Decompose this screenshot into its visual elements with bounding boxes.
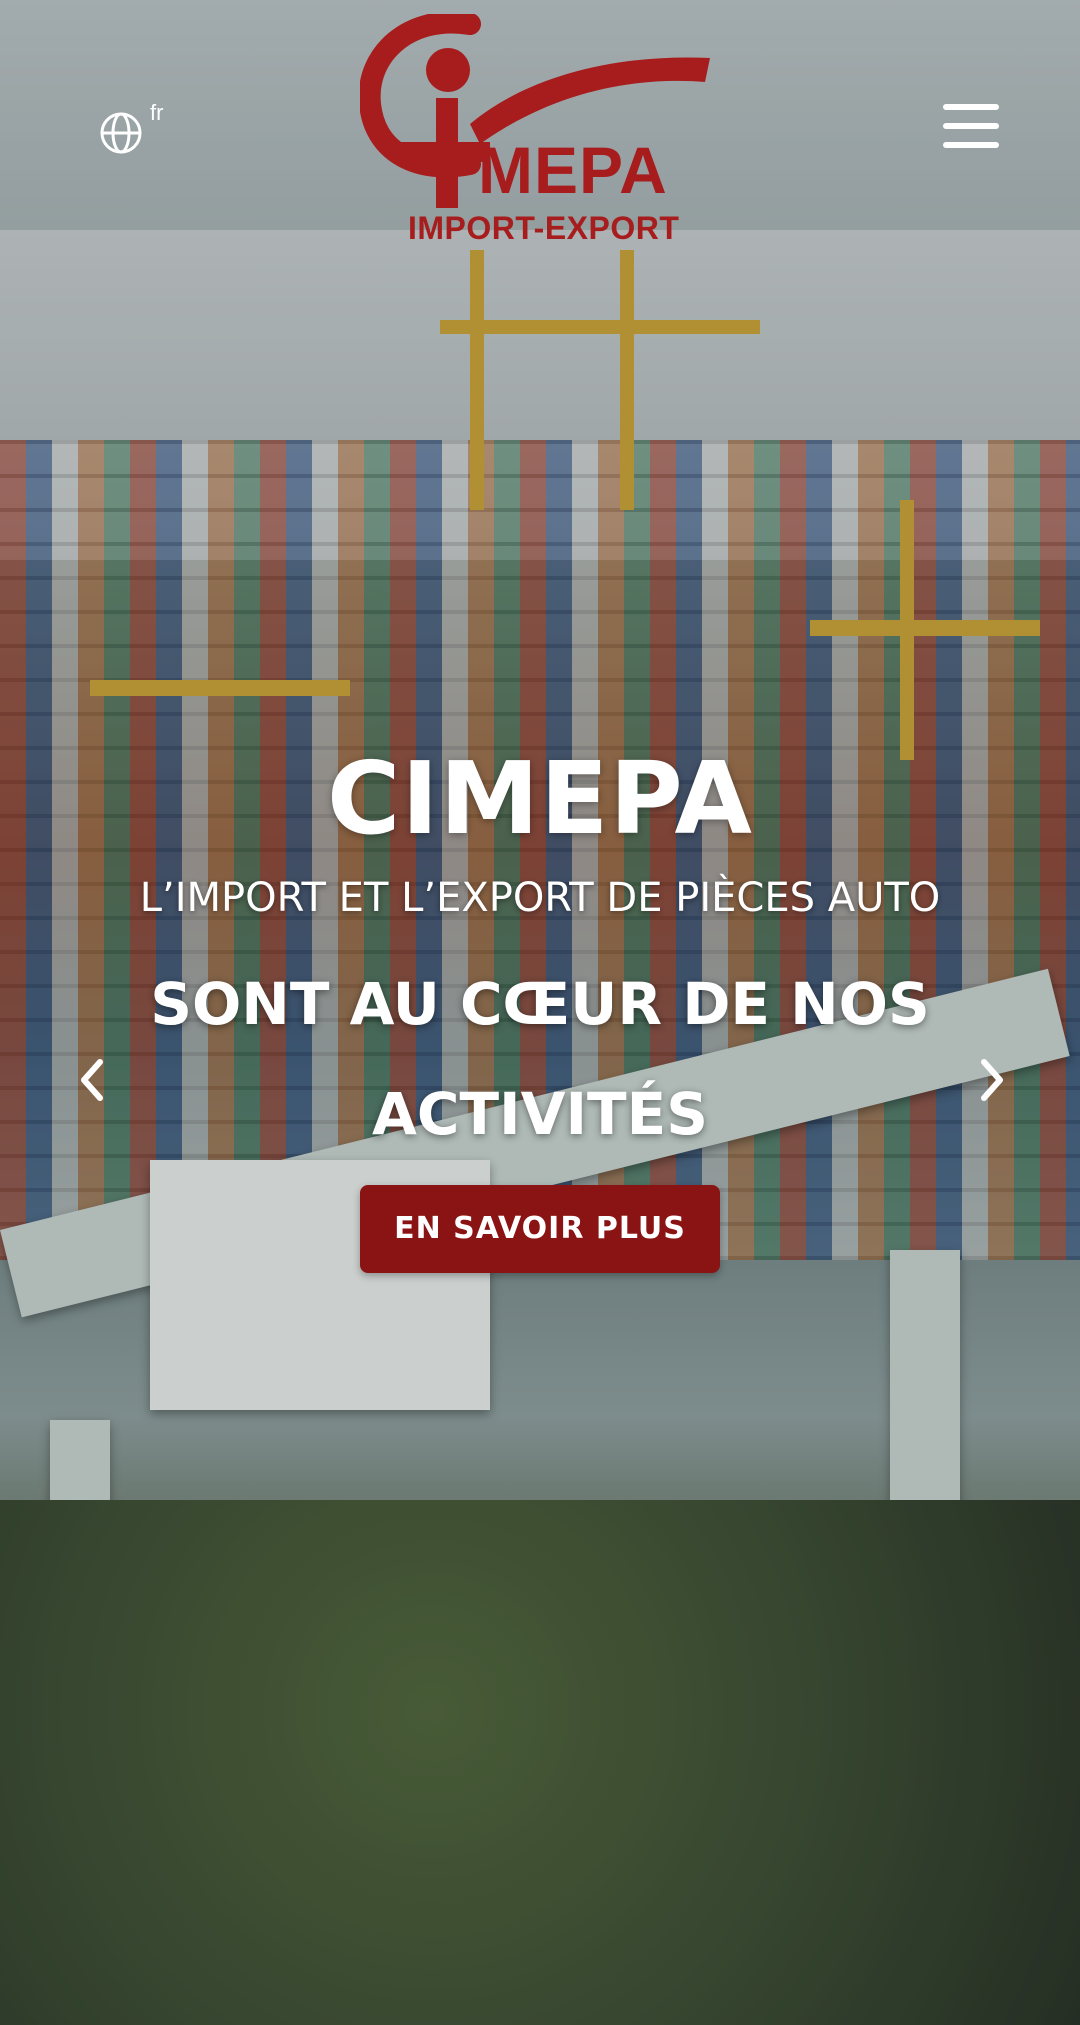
- menu-bar: [943, 123, 999, 129]
- language-switcher[interactable]: fr: [98, 100, 163, 156]
- hero-subtitle: L’IMPORT ET L’EXPORT DE PIÈCES AUTO: [139, 875, 941, 921]
- menu-bar: [943, 142, 999, 148]
- chevron-left-icon: [81, 1059, 103, 1101]
- hero-headline: SONT AU CŒUR DE NOS ACTIVITÉS: [150, 970, 930, 1148]
- language-code: fr: [150, 100, 164, 125]
- chevron-right-icon: [981, 1059, 1003, 1101]
- site-header: fr MEPA IMPORT-EXPORT: [0, 0, 1080, 260]
- hamburger-menu-icon[interactable]: [943, 104, 999, 148]
- carousel-next-button[interactable]: [972, 1050, 1012, 1110]
- hero-slide: CIMEPA L’IMPORT ET L’EXPORT DE PIÈCES AU…: [0, 740, 1080, 1273]
- globe-icon: [100, 112, 142, 154]
- hero-title: CIMEPA: [327, 740, 753, 857]
- site-logo[interactable]: MEPA IMPORT-EXPORT: [360, 14, 720, 250]
- learn-more-button[interactable]: EN SAVOIR PLUS: [360, 1185, 720, 1273]
- menu-bar: [943, 104, 999, 110]
- carousel-prev-button[interactable]: [72, 1050, 112, 1110]
- logo-tagline: IMPORT-EXPORT: [408, 210, 680, 246]
- logo-wordmark: MEPA: [478, 133, 668, 207]
